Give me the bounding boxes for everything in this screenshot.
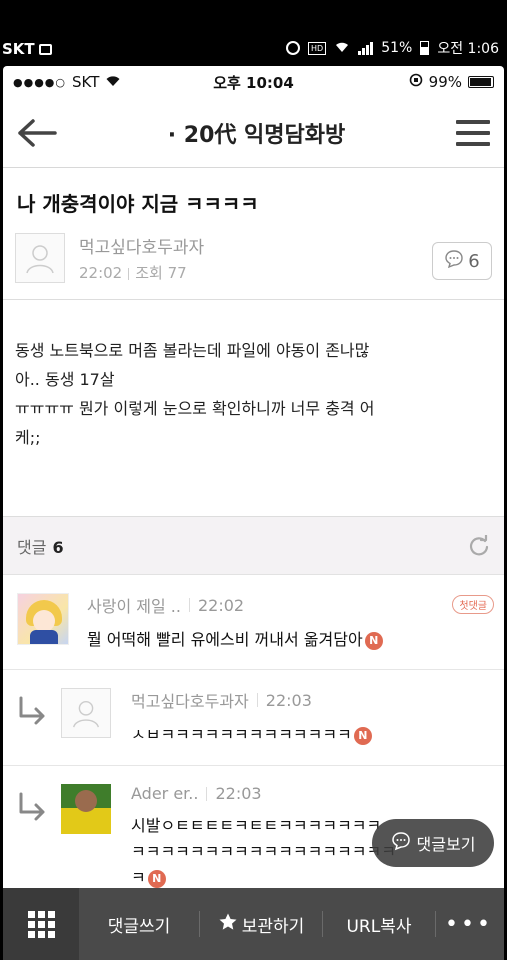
board-title: · 20代 익명담화방 <box>167 122 346 148</box>
refresh-icon[interactable] <box>468 533 490 557</box>
commenter-avatar[interactable] <box>61 784 111 834</box>
grid-icon <box>27 910 55 938</box>
write-comment-label: 댓글쓰기 <box>107 916 171 937</box>
more-icon: ••• <box>445 911 493 937</box>
comments-header: 댓글 6 <box>3 517 504 575</box>
write-comment-button[interactable]: 댓글쓰기 <box>79 888 199 960</box>
comment-time: 22:03 <box>265 690 312 710</box>
post-body-line: 동생 노트북으로 머좀 볼라는데 파일에 야동이 존나많 <box>15 341 370 360</box>
reply-arrow-icon <box>17 792 47 822</box>
comment-text: 뭘 어떡해 빨리 유에스비 꺼내서 옮겨담아 <box>87 630 363 649</box>
ios-status-bar: ●●●●○ SKT 오후 10:04 99% <box>3 66 504 98</box>
copy-url-button[interactable]: URL복사 <box>323 888 435 960</box>
screenshot-icon <box>38 43 52 55</box>
comment-text-line: ㅋㅋㅋㅋㅋㅋㅋㅋㅋㅋㅋㅋㅋㅋㅋㅋㅋㅋ <box>131 842 396 861</box>
new-badge: N <box>364 631 383 650</box>
android-clock: 오전 1:06 <box>437 41 499 57</box>
ios-clock: 오후 10:04 <box>213 73 294 92</box>
rotation-lock-icon <box>409 73 423 91</box>
post-title: 나 개충격이야 지금 ㅋㅋㅋㅋ <box>17 192 259 216</box>
post-body-line: ㅠㅠㅠㅠ 뭔가 이렇게 눈으로 확인하니까 너무 충격 어 <box>15 399 375 418</box>
comment-author[interactable]: 먹고싶다호두과자 <box>131 688 249 712</box>
comments-count: 6 <box>52 537 64 557</box>
speech-bubble-icon <box>444 249 464 274</box>
post-body: 동생 노트북으로 머좀 볼라는데 파일에 야동이 존나많 아.. 동생 17살 … <box>3 300 504 517</box>
comment-time: 22:03 <box>215 784 262 803</box>
comment-text-line: 시발ㅇㅌㅌㅌㅌㅋㅌㅌㅋㅋㅋㅋㅋㅋㅋ <box>131 816 382 835</box>
back-arrow-icon[interactable] <box>17 118 57 148</box>
view-comments-label: 댓글보기 <box>416 835 476 854</box>
ios-battery-percent: 99% <box>428 73 462 91</box>
reply-item: 먹고싶다호두과자 22:03 ㅅㅂㅋㅋㅋㅋㅋㅋㅋㅋㅋㅋㅋㅋㅋ N <box>3 670 504 766</box>
ios-wifi-icon <box>105 73 121 91</box>
post-time: 22:02 <box>79 264 123 282</box>
save-button[interactable]: 보관하기 <box>200 888 322 960</box>
comments-label: 댓글 <box>17 537 47 557</box>
ios-battery-icon <box>468 76 494 88</box>
post-body-line: 케;; <box>15 428 41 447</box>
post-author[interactable]: 먹고싶다호두과자 <box>79 233 204 258</box>
bottom-toolbar: 댓글쓰기 보관하기 URL복사 ••• <box>3 888 504 960</box>
comment-text: ㅅㅂㅋㅋㅋㅋㅋㅋㅋㅋㅋㅋㅋㅋㅋ <box>131 725 352 744</box>
signal-dots-icon: ●●●●○ <box>13 75 66 89</box>
post-meta: 먹고싶다호두과자 22:02 조회 77 6 <box>3 217 504 300</box>
ios-carrier: SKT <box>72 73 100 91</box>
speech-bubble-icon <box>391 831 411 855</box>
android-status-right: HD 51% 오전 1:06 <box>286 38 499 58</box>
copy-url-label: URL복사 <box>346 916 412 937</box>
more-button[interactable]: ••• <box>436 888 502 960</box>
comment-item: 사랑이 제일 .. 22:02 뭘 어떡해 빨리 유에스비 꺼내서 옮겨담아 N 첫… <box>3 575 504 670</box>
meta-divider <box>128 267 130 280</box>
view-comments-button[interactable]: 댓글보기 <box>372 819 494 867</box>
phone-screen: ●●●●○ SKT 오후 10:04 99% · 20代 익명담화방 나 개충격… <box>3 66 504 960</box>
comment-count: 6 <box>468 250 480 272</box>
android-carrier-label: SKT <box>2 40 35 58</box>
first-comment-badge: 첫댓글 <box>452 595 494 614</box>
comment-count-button[interactable]: 6 <box>432 242 492 280</box>
hd-voice-icon: HD <box>308 41 327 55</box>
comment-time: 22:02 <box>197 595 245 615</box>
signal-bars-icon <box>358 41 374 55</box>
comment-author[interactable]: 사랑이 제일 .. <box>87 593 181 617</box>
alarm-icon <box>286 41 301 55</box>
new-badge: N <box>147 869 166 888</box>
app-header: · 20代 익명담화방 <box>3 98 504 168</box>
grid-menu-button[interactable] <box>3 888 79 960</box>
comment-author[interactable]: Ader er.. <box>131 784 198 803</box>
post-body-line: 아.. 동생 17살 <box>15 370 115 389</box>
commenter-avatar[interactable] <box>17 593 69 645</box>
reply-arrow-icon <box>17 696 47 726</box>
post-views: 조회 77 <box>135 264 187 282</box>
new-badge: N <box>353 726 372 745</box>
android-carrier: SKT <box>2 40 52 58</box>
default-avatar-icon[interactable] <box>15 233 65 283</box>
default-avatar-icon[interactable] <box>61 688 111 738</box>
save-label: 보관하기 <box>241 916 305 937</box>
star-icon <box>218 912 238 937</box>
android-status-bar: SKT HD 51% 오전 1:06 <box>0 0 507 66</box>
hamburger-menu-icon[interactable] <box>456 119 490 146</box>
android-battery-percent: 51% <box>381 40 413 56</box>
comment-text-line: ㅋ <box>131 868 146 887</box>
wifi-icon <box>334 40 350 57</box>
android-battery-icon <box>420 41 430 55</box>
